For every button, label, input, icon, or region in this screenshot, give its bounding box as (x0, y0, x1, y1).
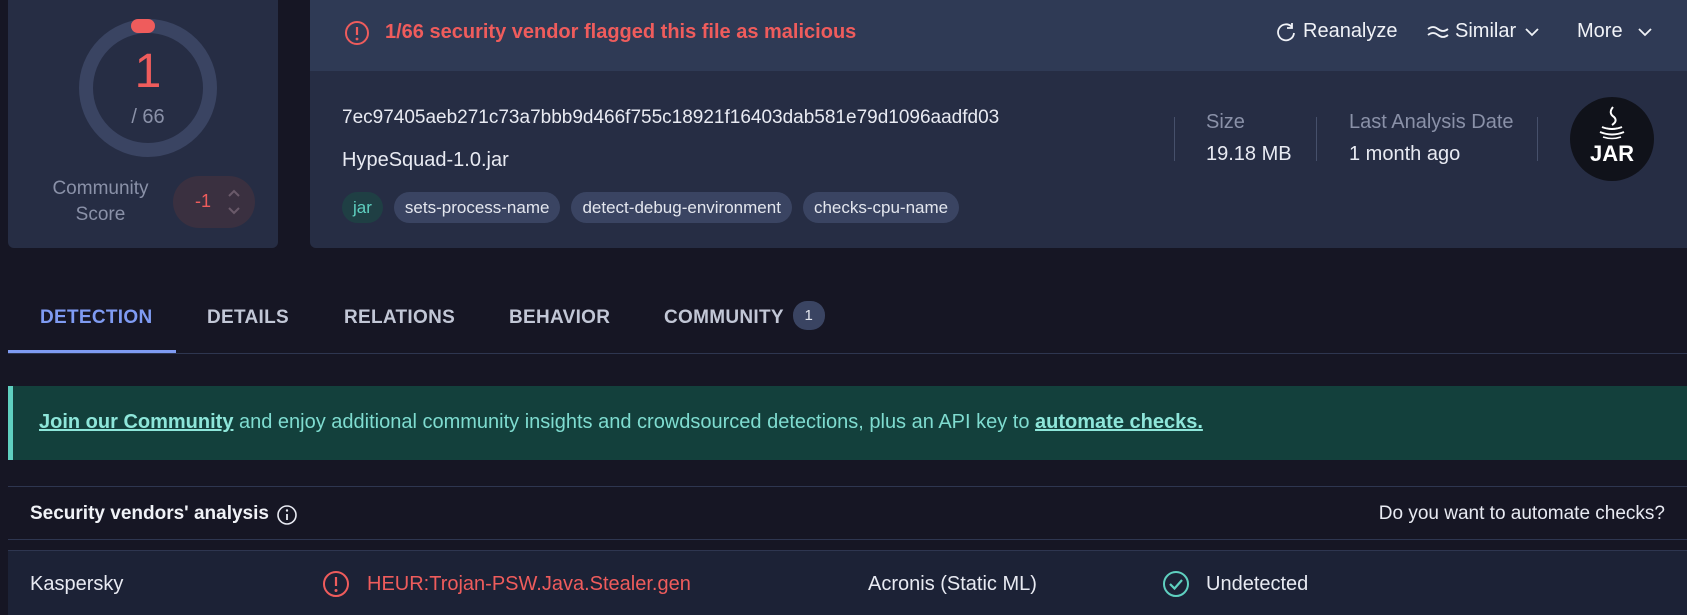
tag-sets-process-name[interactable]: sets-process-name (393, 192, 561, 223)
detection-total: / 66 (131, 106, 165, 128)
automate-checks-question[interactable]: Do you want to automate checks? (1379, 503, 1665, 525)
meta-divider (1316, 117, 1317, 161)
file-summary-card: 1/66 security vendor flagged this file a… (310, 0, 1687, 248)
meta-divider (1174, 117, 1175, 161)
chevron-down-icon (1637, 27, 1652, 36)
size-label: Size (1206, 111, 1245, 133)
tabs-divider (8, 353, 1687, 354)
active-tab-indicator (8, 350, 176, 353)
jar-label: JAR (1589, 141, 1634, 166)
alert-message: 1/66 security vendor flagged this file a… (385, 21, 857, 43)
community-score-value: -1 (195, 191, 212, 211)
automate-checks-link[interactable]: automate checks. (1035, 411, 1203, 433)
file-hash[interactable]: 7ec97405aeb271c73a7bbb9d466f755c18921f16… (342, 107, 999, 129)
tab-details[interactable]: DETAILS (207, 288, 289, 354)
file-tags: jar sets-process-name detect-debug-envir… (342, 192, 960, 223)
reanalyze-label: Reanalyze (1303, 20, 1398, 42)
vendor-name: Acronis (Static ML) (868, 573, 1037, 595)
tab-relations[interactable]: RELATIONS (344, 288, 455, 354)
tag-detect-debug-environment[interactable]: detect-debug-environment (571, 192, 792, 223)
info-icon[interactable] (276, 504, 298, 526)
banner-middle-text: and enjoy additional community insights … (233, 411, 1036, 433)
similar-icon (1427, 25, 1449, 38)
vote-controls (225, 184, 243, 220)
size-value: 19.18 MB (1206, 143, 1292, 165)
similar-label: Similar (1455, 20, 1517, 42)
detection-result: Undetected (1206, 573, 1309, 595)
check-circle-icon (1163, 571, 1189, 597)
tag-jar[interactable]: jar (342, 192, 383, 223)
java-cup-icon (1599, 106, 1625, 140)
reanalyze-button[interactable]: Reanalyze (1275, 20, 1398, 43)
more-label: More (1577, 20, 1623, 42)
jar-file-type-icon: JAR (1570, 97, 1654, 181)
last-analysis-label: Last Analysis Date (1349, 111, 1514, 133)
alert-icon (345, 21, 369, 45)
banner-text: Join our Community and enjoy additional … (39, 411, 1203, 434)
tab-community[interactable]: COMMUNITY 1 (664, 288, 825, 354)
malicious-icon (323, 571, 349, 597)
tab-community-label: COMMUNITY (664, 307, 784, 328)
tab-detection[interactable]: DETECTION (40, 288, 152, 354)
more-button[interactable]: More (1577, 20, 1655, 43)
vendors-header: Security vendors' analysis Do you want t… (8, 486, 1687, 540)
table-row: Kaspersky HEUR:Trojan-PSW.Java.Stealer.g… (8, 550, 1687, 615)
alert-bar: 1/66 security vendor flagged this file a… (310, 0, 1687, 71)
detection-result: HEUR:Trojan-PSW.Java.Stealer.gen (367, 573, 691, 595)
detection-gauge: 1 / 66 (68, 8, 228, 168)
similar-button[interactable]: Similar (1426, 20, 1542, 43)
join-community-link[interactable]: Join our Community (39, 411, 233, 433)
score-card: 1 / 66 Community Score -1 (8, 0, 278, 248)
last-analysis-value: 1 month ago (1349, 143, 1461, 165)
file-name: HypeSquad-1.0.jar (342, 149, 509, 171)
detection-count: 1 (134, 45, 162, 98)
community-banner: Join our Community and enjoy additional … (8, 386, 1687, 460)
vote-up-icon[interactable] (225, 184, 243, 202)
community-score-pill: -1 (173, 176, 255, 228)
detail-tabs: DETECTION DETAILS RELATIONS BEHAVIOR COM… (8, 288, 1687, 354)
refresh-icon (1277, 22, 1295, 41)
vendor-name: Kaspersky (30, 573, 124, 595)
chevron-down-icon (1525, 27, 1539, 36)
tab-behavior[interactable]: BEHAVIOR (509, 288, 610, 354)
meta-divider (1537, 117, 1538, 161)
tag-checks-cpu-name[interactable]: checks-cpu-name (802, 192, 960, 223)
vote-down-icon[interactable] (225, 202, 243, 220)
community-count-badge: 1 (792, 301, 825, 331)
vendors-title: Security vendors' analysis (30, 503, 269, 524)
community-score-label: Community Score (52, 178, 149, 225)
